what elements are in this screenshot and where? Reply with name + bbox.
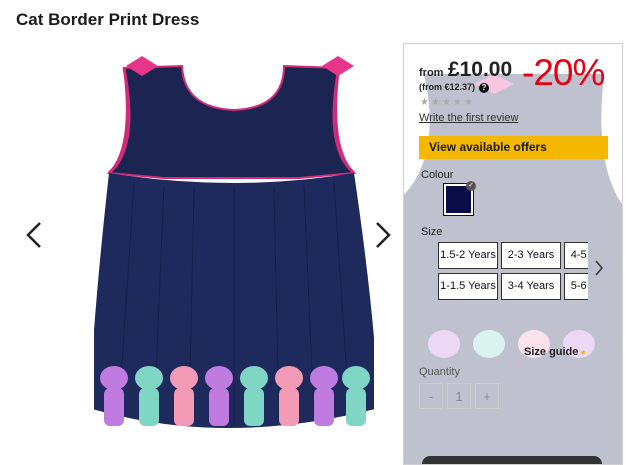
- dress-image: [94, 56, 374, 428]
- quantity-input[interactable]: 1: [447, 383, 471, 409]
- price: £10.00: [447, 58, 513, 81]
- quantity-plus-button[interactable]: +: [475, 383, 499, 409]
- colour-swatch-navy[interactable]: ✓: [443, 181, 476, 216]
- product-title: Cat Border Print Dress: [16, 10, 200, 29]
- size-option[interactable]: 1-1.5 Years: [438, 273, 498, 300]
- quantity-label: Quantity: [419, 366, 460, 378]
- size-guide-label: Size guide: [524, 346, 579, 358]
- rating-stars: ★★★★★: [420, 97, 475, 108]
- size-option[interactable]: 1.5-2 Years: [438, 242, 498, 269]
- discount-badge: -20%: [522, 52, 605, 93]
- old-price: (from €12.37)?: [419, 82, 490, 93]
- colour-label: Colour: [421, 169, 454, 181]
- view-offers-button[interactable]: View available offers: [419, 136, 608, 159]
- size-next-button[interactable]: [594, 259, 604, 282]
- size-guide-link[interactable]: Size guide ●: [524, 346, 586, 358]
- quantity-stepper: - 1 +: [419, 383, 499, 409]
- quantity-minus-button[interactable]: -: [419, 383, 443, 409]
- check-icon: ✓: [466, 181, 476, 191]
- add-to-bag-button[interactable]: [422, 456, 602, 464]
- chevron-left-icon: [26, 222, 41, 248]
- chevron-right-icon: [595, 260, 603, 276]
- size-option[interactable]: 4-5 Years: [564, 242, 588, 269]
- help-icon[interactable]: ?: [479, 82, 490, 93]
- size-options: 1.5-2 Years 2-3 Years 4-5 Years 1-1.5 Ye…: [438, 242, 588, 302]
- product-info-panel: from £10.00 -20% (from €12.37)? ★★★★★ Wr…: [403, 43, 623, 465]
- gallery-prev-button[interactable]: [24, 221, 46, 249]
- size-option[interactable]: 5-6 Years: [564, 273, 588, 300]
- size-option[interactable]: 3-4 Years: [501, 273, 561, 300]
- write-review-link[interactable]: Write the first review: [419, 112, 518, 124]
- size-guide-icon: ●: [580, 347, 586, 357]
- from-label: from: [419, 67, 444, 79]
- size-label: Size: [421, 226, 443, 238]
- chevron-right-icon: [376, 222, 391, 248]
- product-image-gallery: [14, 40, 399, 459]
- gallery-next-button[interactable]: [371, 221, 393, 249]
- price-row: from £10.00: [419, 58, 512, 82]
- size-option[interactable]: 2-3 Years: [501, 242, 561, 269]
- old-price-text: (from €12.37): [419, 82, 476, 92]
